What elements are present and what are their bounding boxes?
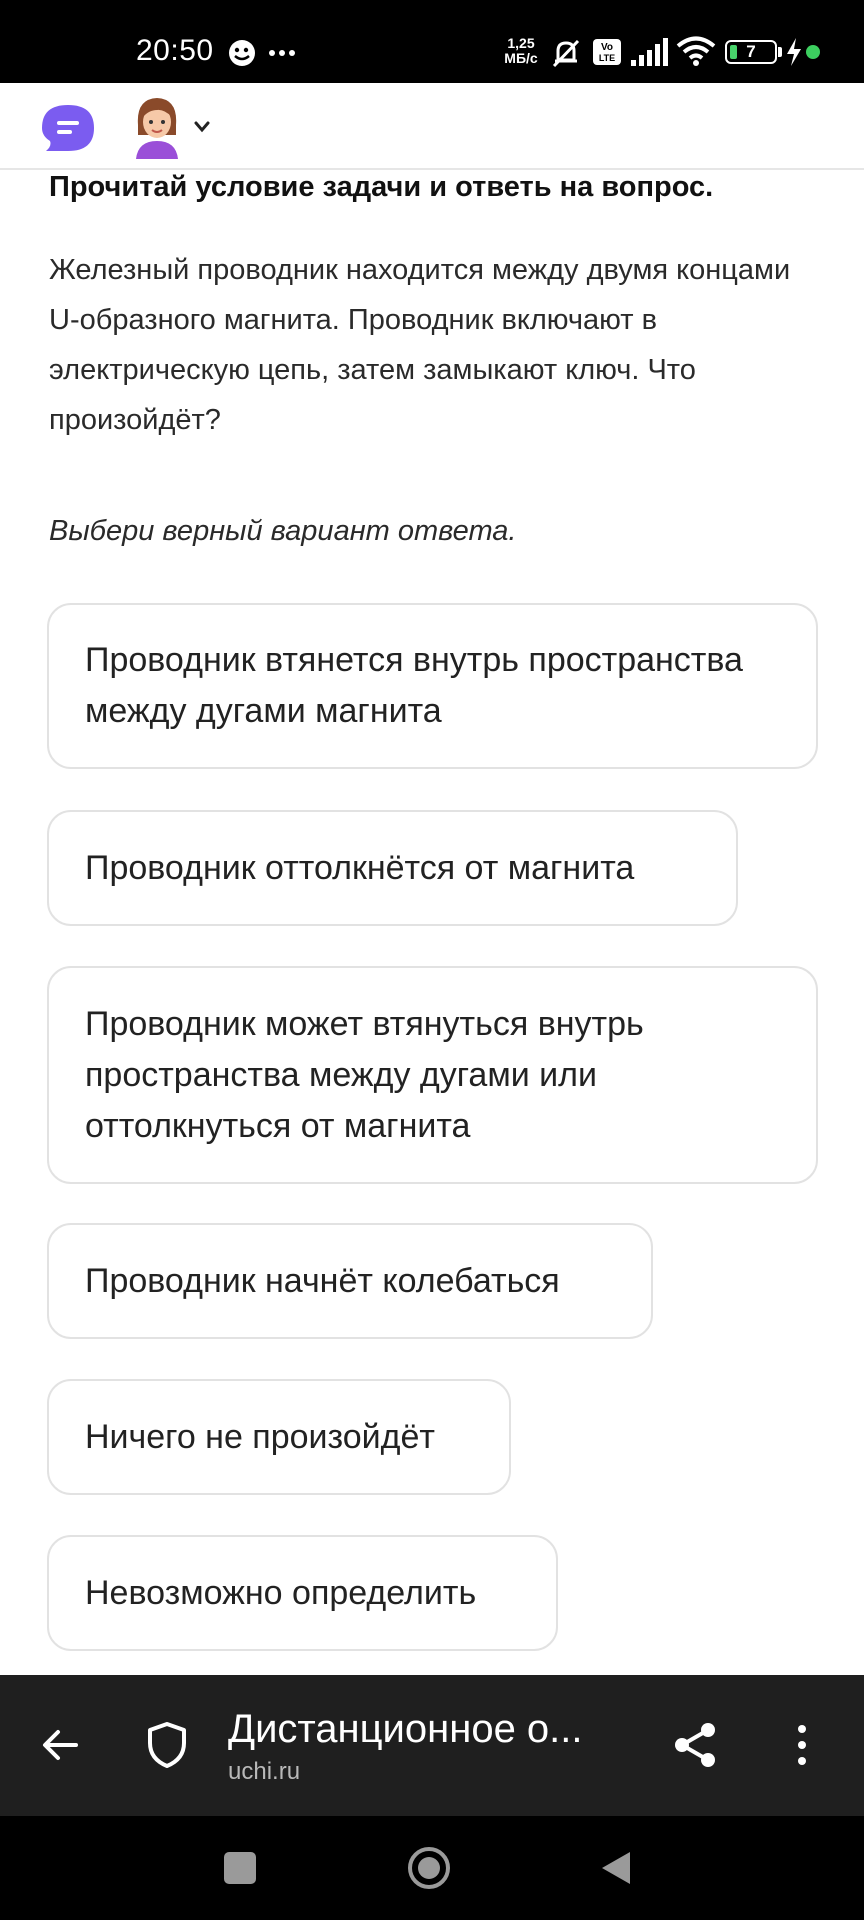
chevron-down-icon[interactable]	[194, 121, 210, 133]
browser-bar: Дистанционное о... uchi.ru	[0, 1675, 864, 1816]
battery-percent: 7	[746, 42, 756, 61]
share-icon[interactable]	[672, 1721, 718, 1769]
signal-icon	[631, 38, 668, 66]
mute-icon	[552, 39, 580, 68]
status-bar: 20:50 1,25 МБ/с Vo LTE 7	[0, 0, 864, 83]
wifi-icon	[676, 36, 716, 66]
answer-option[interactable]: Ничего не произойдёт	[47, 1379, 511, 1495]
charging-dot	[806, 45, 820, 59]
svg-text:Vo: Vo	[601, 42, 613, 53]
shield-icon[interactable]	[146, 1721, 188, 1769]
back-triangle-icon[interactable]	[600, 1850, 632, 1886]
volte-icon: Vo LTE	[593, 39, 621, 65]
answer-option[interactable]: Проводник оттолкнётся от магнита	[47, 810, 738, 926]
charging-icon	[787, 38, 801, 66]
status-time: 20:50	[136, 34, 214, 67]
system-nav-bar	[0, 1816, 864, 1920]
battery-icon: 7	[725, 40, 777, 64]
speed-value: 1,25	[507, 35, 535, 51]
home-circle-icon[interactable]	[407, 1846, 451, 1890]
page-title[interactable]: Дистанционное о...	[228, 1705, 628, 1753]
answer-option[interactable]: Невозможно определить	[47, 1535, 558, 1651]
answer-option[interactable]: Проводник может втянуться внутрь простра…	[47, 966, 818, 1184]
task-title: Прочитай условие задачи и ответь на вопр…	[49, 171, 714, 203]
recents-square-icon[interactable]	[224, 1852, 256, 1884]
app-header	[0, 83, 864, 170]
more-vert-icon[interactable]	[790, 1723, 814, 1767]
avatar[interactable]	[130, 95, 184, 159]
network-speed: 1,25 МБ/с	[501, 36, 541, 66]
back-arrow-icon[interactable]	[40, 1725, 80, 1765]
speed-unit: МБ/с	[504, 50, 538, 66]
chat-bubble-icon[interactable]	[40, 103, 96, 155]
task-text: Железный проводник находится между двумя…	[49, 254, 791, 436]
answer-option[interactable]: Проводник втянется внутрь пространства м…	[47, 603, 818, 769]
task-instruction: Выбери верный вариант ответа.	[49, 515, 517, 547]
page-url[interactable]: uchi.ru	[228, 1758, 300, 1786]
svg-text:LTE: LTE	[599, 53, 615, 63]
more-dots-icon	[269, 50, 295, 56]
answer-option[interactable]: Проводник начнёт колебаться	[47, 1223, 653, 1339]
battery-tip	[778, 47, 782, 57]
face-emoji-icon	[229, 40, 255, 66]
